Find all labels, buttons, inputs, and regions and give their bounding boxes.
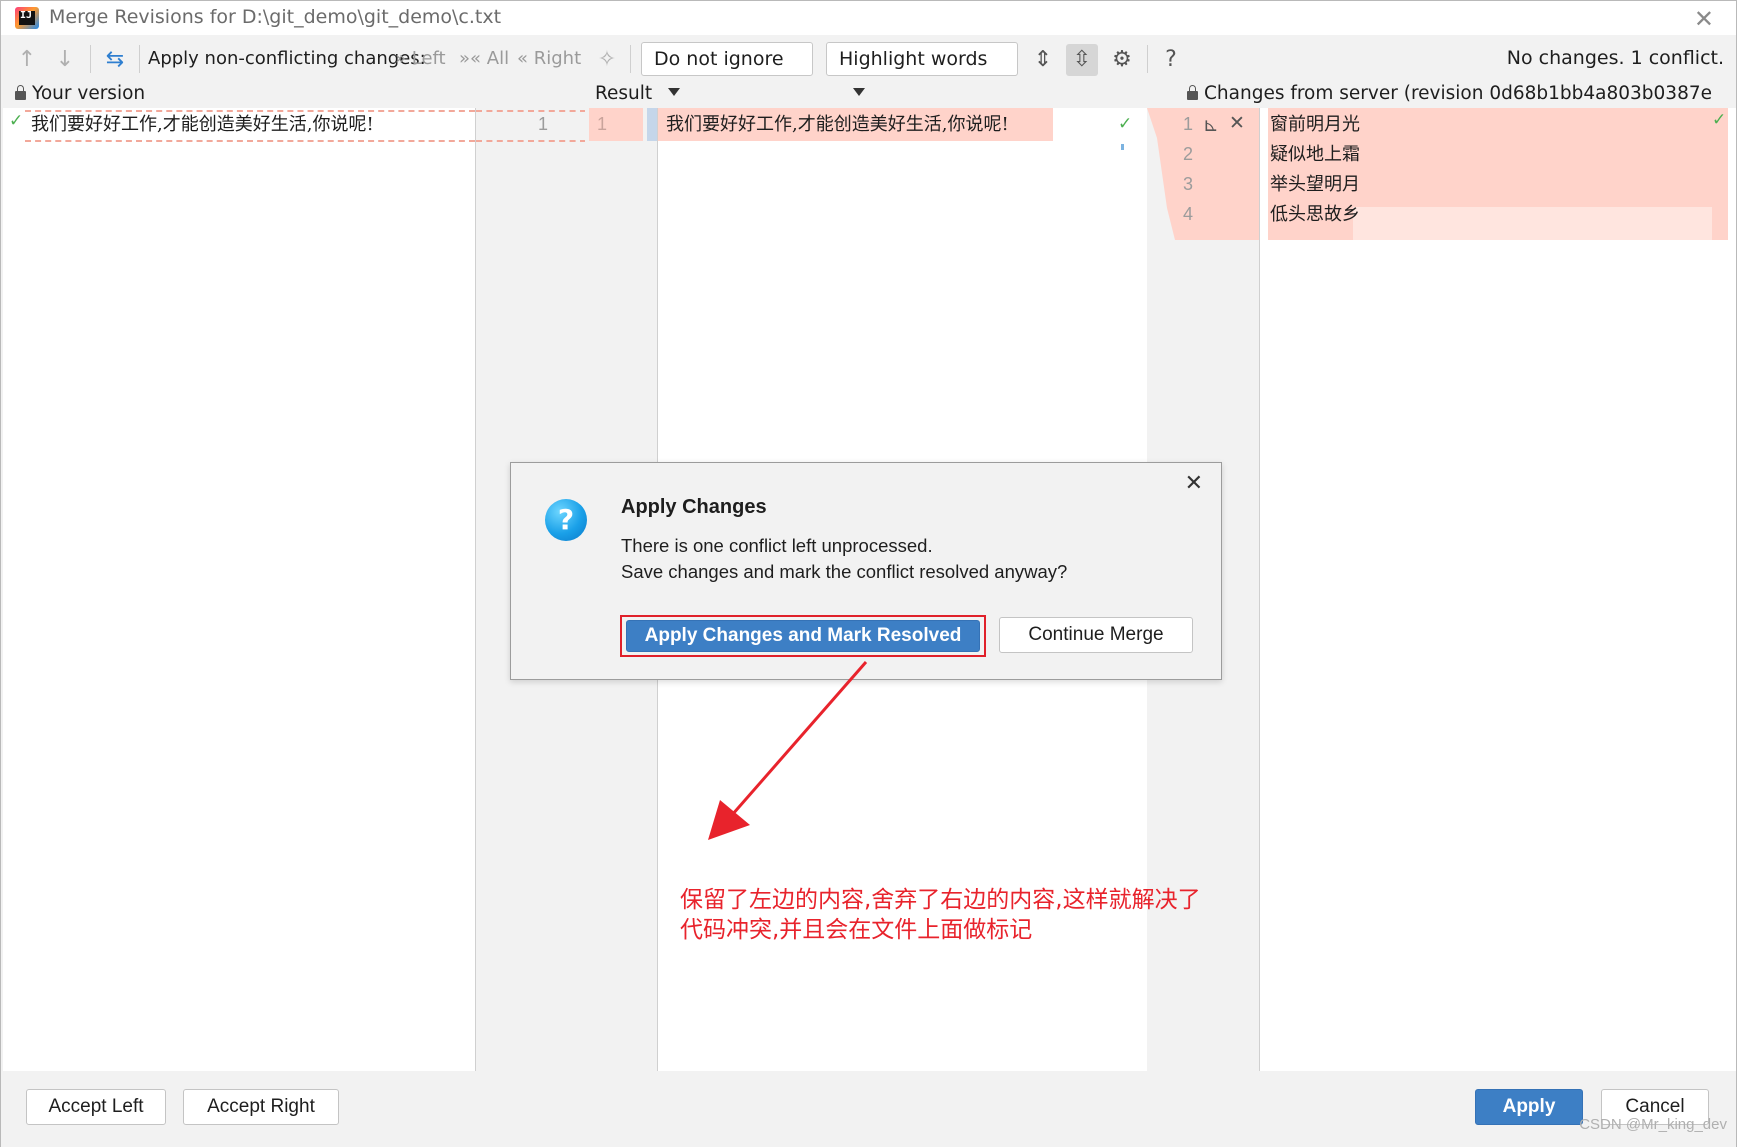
left-editor[interactable]: ✓ 我们要好好工作,才能创造美好生活,你说呢!	[3, 108, 475, 1071]
right-line: 举头望明月	[1270, 174, 1360, 195]
dialog-title: Apply Changes	[621, 496, 767, 518]
server-changes-label: Changes from server (revision 0d68b1bb4a…	[1204, 83, 1712, 104]
double-chevron-left-icon: «	[517, 48, 529, 69]
synchronize-scrolling-icon[interactable]: ⇳	[1066, 44, 1098, 76]
right-line: 窗前明月光	[1270, 114, 1360, 135]
resolve-automatically-icon[interactable]: ⇆	[99, 44, 131, 76]
resolved-check-icon: ✓	[1712, 110, 1727, 130]
apply-button[interactable]: Apply	[1475, 1089, 1583, 1125]
help-icon[interactable]: ?	[1155, 44, 1187, 76]
ignore-whitespace-combo[interactable]: Do not ignore	[641, 42, 813, 96]
result-line-1: 我们要好好工作,才能创造美好生活,你说呢!	[666, 114, 1009, 135]
accept-check-icon[interactable]: ✓	[1118, 114, 1132, 134]
double-chevron-right-icon: »	[395, 48, 407, 69]
dialog-message-2: Save changes and mark the conflict resol…	[621, 561, 1068, 582]
right-editor[interactable]: 窗前明月光 疑似地上霜 举头望明月 低头思故乡 ✓	[1259, 108, 1736, 1071]
right-line-number: 4	[1183, 204, 1194, 224]
dialog-close-icon[interactable]: ✕	[1185, 471, 1203, 496]
next-difference-arrow-down-icon[interactable]: ↓	[49, 44, 81, 76]
watermark: CSDN @Mr_king_dev	[1579, 1116, 1727, 1133]
accept-left-button[interactable]: Accept Left	[26, 1089, 166, 1125]
right-line: 疑似地上霜	[1270, 144, 1360, 165]
double-chevron-both-icon: »«	[459, 48, 482, 69]
ignore-combo-value: Do not ignore	[654, 48, 784, 70]
highlight-mode-combo[interactable]: Highlight words	[826, 42, 1018, 96]
window-close-icon[interactable]: ✕	[1694, 5, 1714, 33]
intellij-app-icon: IJ	[15, 7, 39, 29]
result-line-number: 1	[597, 114, 608, 134]
lock-icon	[1187, 85, 1198, 100]
apply-all-label: All	[486, 48, 510, 69]
left-line-1: 我们要好好工作,才能创造美好生活,你说呢!	[31, 114, 374, 135]
right-line-number: 2	[1183, 144, 1194, 164]
ignore-change-close-icon[interactable]: ✕	[1229, 112, 1245, 134]
highlight-combo-value: Highlight words	[839, 48, 988, 70]
apply-right-label: Right	[533, 48, 582, 69]
right-line: 低头思故乡	[1270, 204, 1360, 225]
collapse-unchanged-icon[interactable]: ⇕	[1027, 44, 1059, 76]
bottom-bar: Accept Left Accept Right Apply Cancel	[1, 1071, 1736, 1147]
merge-status: No changes. 1 conflict.	[1506, 47, 1724, 69]
question-icon: ?	[545, 499, 587, 541]
result-header: Result	[595, 83, 653, 104]
dropdown-caret-icon	[853, 87, 865, 96]
annotation-text: 保留了左边的内容,舍弃了右边的内容,这样就解决了 代码冲突,并且会在文件上面做标…	[680, 885, 1220, 945]
accept-right-button[interactable]: Accept Right	[183, 1089, 339, 1125]
your-version-header: Your version	[15, 81, 475, 107]
resolved-check-icon: ✓	[9, 111, 24, 131]
right-line-number: 1	[1183, 114, 1194, 134]
dialog-message-1: There is one conflict left unprocessed.	[621, 535, 933, 556]
continue-merge-button[interactable]: Continue Merge	[999, 617, 1193, 653]
apply-right-button[interactable]: « Right	[517, 44, 581, 74]
apply-changes-dialog: ✕ ? Apply Changes There is one conflict …	[510, 462, 1222, 680]
toolbar: ↑ ↓ ⇆ Apply non-conflicting changes: » L…	[1, 37, 1736, 96]
left-line-number: 1	[538, 114, 549, 134]
apply-left-button[interactable]: » Left	[395, 44, 446, 74]
apply-left-label: Left	[411, 48, 446, 69]
your-version-label: Your version	[32, 83, 146, 104]
annotation-line-1: 保留了左边的内容,舍弃了右边的内容,这样就解决了	[680, 887, 1201, 913]
previous-difference-arrow-up-icon[interactable]: ↑	[11, 44, 43, 76]
server-changes-header: Changes from server (revision 0d68b1bb4a…	[1187, 81, 1712, 107]
apply-non-conflicting-label: Apply non-conflicting changes:	[148, 48, 426, 69]
right-line-number: 3	[1183, 174, 1194, 194]
magic-wand-icon[interactable]: ✧	[591, 44, 623, 76]
apply-and-mark-resolved-button[interactable]: Apply Changes and Mark Resolved	[626, 620, 980, 652]
window-title: Merge Revisions for D:\git_demo\git_demo…	[49, 6, 502, 28]
title-bar: IJ Merge Revisions for D:\git_demo\git_d…	[1, 1, 1736, 35]
apply-change-left-icon[interactable]: ⊾	[1203, 114, 1219, 136]
gear-icon[interactable]: ⚙	[1106, 44, 1138, 76]
apply-all-button[interactable]: »« All	[459, 44, 509, 74]
lock-icon	[15, 85, 26, 100]
annotation-line-2: 代码冲突,并且会在文件上面做标记	[680, 917, 1033, 943]
